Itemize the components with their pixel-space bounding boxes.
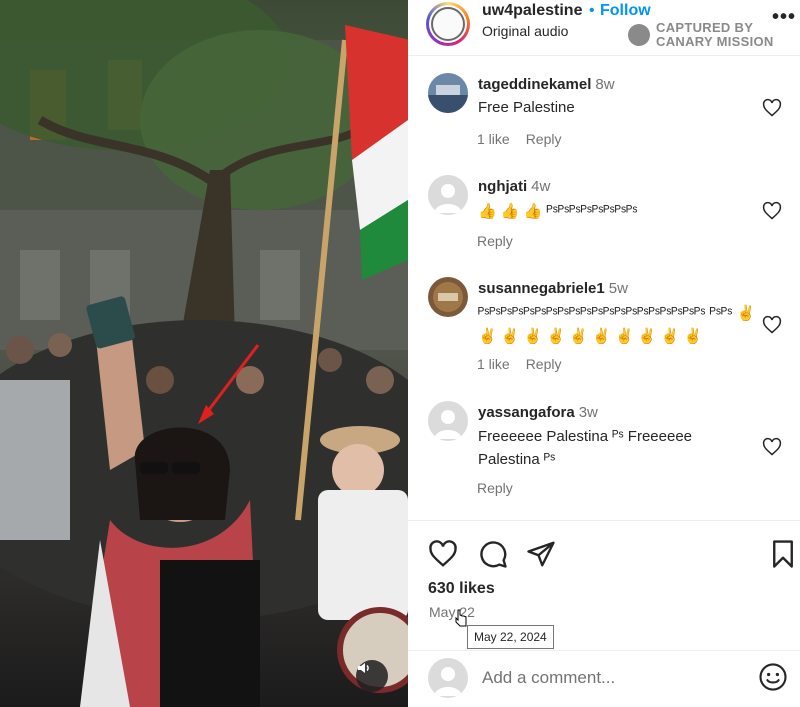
comment-time: 3w: [578, 404, 598, 421]
share-send-icon[interactable]: [526, 539, 556, 569]
author-username[interactable]: uw4palestine: [482, 2, 582, 20]
heart-icon[interactable]: [762, 315, 782, 335]
add-comment-input[interactable]: [482, 663, 742, 693]
comment-text: 👍 👍 👍 ᴾˢᴾˢᴾˢᴾˢᴾˢᴾˢᴾˢᴾˢ: [478, 203, 638, 220]
reply-button[interactable]: Reply: [526, 131, 562, 147]
like-heart-icon[interactable]: [428, 539, 458, 569]
commenter-username[interactable]: tageddinekamel: [478, 76, 591, 93]
more-options-icon[interactable]: •••: [772, 6, 796, 29]
commenter-avatar[interactable]: [428, 73, 468, 113]
heart-icon[interactable]: [762, 437, 782, 457]
comment-text: Free Palestine: [478, 99, 575, 116]
commenter-avatar[interactable]: [428, 401, 468, 441]
commenter-username[interactable]: susannegabriele1: [478, 280, 605, 297]
comment-likes[interactable]: 1 like: [477, 356, 510, 372]
heart-icon[interactable]: [762, 201, 782, 221]
commenter-username[interactable]: nghjati: [478, 178, 527, 195]
comment-text: ᴾˢᴾˢᴾˢᴾˢᴾˢᴾˢᴾˢᴾˢᴾˢᴾˢᴾˢᴾˢᴾˢᴾˢᴾˢᴾˢᴾˢᴾˢᴾˢᴾˢ…: [478, 305, 756, 345]
bookmark-icon[interactable]: [768, 539, 798, 569]
watermark-line2: CANARY MISSION: [656, 34, 774, 49]
comment-time: 4w: [531, 178, 551, 195]
add-comment-bar: [408, 650, 800, 707]
comment-bubble-icon[interactable]: [478, 539, 508, 569]
audio-label[interactable]: Original audio: [482, 23, 568, 39]
canary-logo-icon: [628, 24, 650, 46]
comment-time: 8w: [595, 76, 615, 93]
post-sidebar: uw4palestine • Follow Original audio CAP…: [408, 0, 800, 707]
post-actions: 630 likes May 22 May 22, 2024: [408, 520, 800, 650]
watermark-line1: CAPTURED BY: [656, 20, 754, 35]
canary-mission-watermark: CAPTURED BY CANARY MISSION: [628, 21, 778, 51]
heart-icon[interactable]: [762, 98, 782, 118]
current-user-avatar[interactable]: [428, 658, 468, 698]
likes-count[interactable]: 630 likes: [428, 580, 495, 598]
date-tooltip: May 22, 2024: [467, 625, 554, 649]
audio-toggle-button[interactable]: [356, 660, 388, 692]
comment-likes[interactable]: 1 like: [477, 131, 510, 147]
emoji-icon[interactable]: [758, 662, 788, 692]
follow-button[interactable]: Follow: [600, 2, 651, 20]
reply-button[interactable]: Reply: [477, 480, 513, 496]
reply-button[interactable]: Reply: [526, 356, 562, 372]
comment-time: 5w: [608, 280, 628, 297]
post-header: uw4palestine • Follow Original audio CAP…: [408, 0, 800, 56]
author-avatar[interactable]: [426, 2, 470, 46]
seal-icon: [431, 7, 465, 41]
commenter-avatar[interactable]: [428, 175, 468, 215]
reply-button[interactable]: Reply: [477, 233, 513, 249]
commenter-username[interactable]: yassangafora: [478, 404, 575, 421]
speaker-icon: [358, 663, 369, 673]
comment-text: Freeeeee Palestina ᴾˢ Freeeeee Palestina…: [478, 428, 693, 468]
comments-list[interactable]: tageddinekamel 8w Free Palestine 1 like Re…: [408, 57, 800, 519]
video-frame: [0, 0, 408, 707]
video-player[interactable]: [0, 0, 408, 707]
separator-dot: •: [589, 2, 595, 19]
commenter-avatar[interactable]: [428, 277, 468, 317]
